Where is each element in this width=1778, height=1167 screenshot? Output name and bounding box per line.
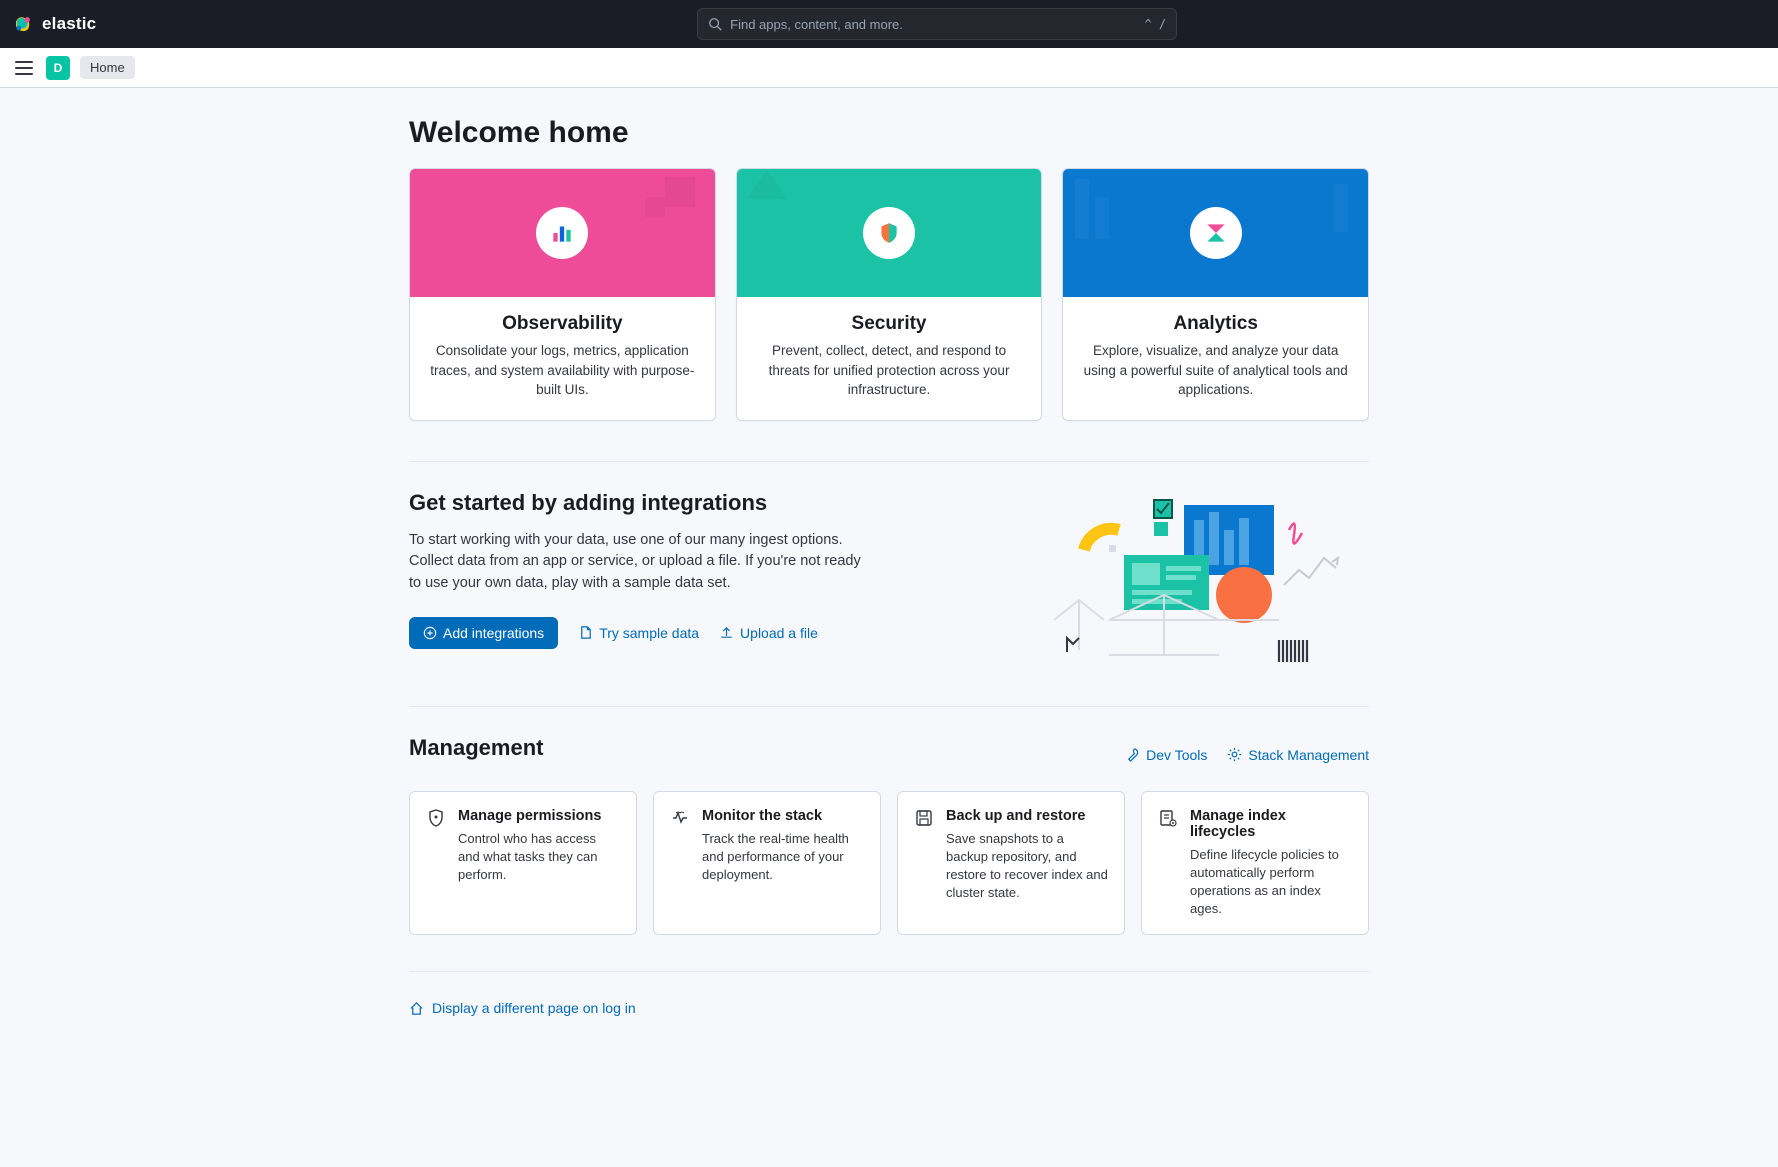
try-sample-data-button[interactable]: Try sample data [578,625,699,641]
observability-icon [536,207,588,259]
divider [409,971,1369,972]
change-home-page-link[interactable]: Display a different page on log in [409,1000,1369,1016]
try-sample-data-label: Try sample data [599,625,699,641]
change-home-page-label: Display a different page on log in [432,1000,636,1016]
security-icon [863,207,915,259]
global-search[interactable]: Find apps, content, and more. ^ / [697,8,1177,40]
workspace-badge[interactable]: D [46,56,70,80]
elastic-logo[interactable]: elastic [12,13,96,35]
mgmt-backup-title: Back up and restore [946,808,1108,824]
upload-icon [719,625,734,640]
solution-cards-row: Observability Consolidate your logs, met… [409,168,1369,421]
document-icon [578,625,593,640]
mgmt-lifecycle-desc: Define lifecycle policies to automatical… [1190,846,1352,919]
gear-icon [1227,747,1242,762]
upload-file-button[interactable]: Upload a file [719,625,818,641]
sub-header: D Home [0,48,1778,88]
add-integrations-label: Add integrations [443,625,544,641]
stack-management-label: Stack Management [1248,747,1369,763]
dev-tools-link[interactable]: Dev Tools [1125,747,1207,763]
mgmt-permissions-title: Manage permissions [458,808,620,824]
integrations-description: To start working with your data, use one… [409,530,869,595]
mgmt-lifecycle-title: Manage index lifecycles [1190,808,1352,840]
shield-icon [426,808,446,828]
observability-hero [410,169,715,297]
mgmt-monitor-title: Monitor the stack [702,808,864,824]
home-icon [409,1001,424,1016]
elastic-logo-icon [12,13,34,35]
mgmt-card-backup[interactable]: Back up and restore Save snapshots to a … [897,791,1125,936]
observability-title: Observability [428,313,697,335]
mgmt-monitor-desc: Track the real-time health and performan… [702,830,864,885]
divider [409,706,1369,707]
add-integrations-button[interactable]: Add integrations [409,617,558,649]
management-title: Management [409,735,543,761]
mgmt-card-monitor[interactable]: Monitor the stack Track the real-time he… [653,791,881,936]
security-hero [737,169,1042,297]
dev-tools-label: Dev Tools [1146,747,1207,763]
observability-desc: Consolidate your logs, metrics, applicat… [428,341,697,400]
global-header: elastic Find apps, content, and more. ^ … [0,0,1778,48]
analytics-desc: Explore, visualize, and analyze your dat… [1081,341,1350,400]
plus-circle-icon [423,626,437,640]
page-title: Welcome home [409,116,1369,150]
analytics-title: Analytics [1081,313,1350,335]
management-cards-grid: Manage permissions Control who has acces… [409,791,1369,936]
heartbeat-icon [670,808,690,828]
wrench-icon [1125,747,1140,762]
search-icon [708,17,722,31]
solution-card-observability[interactable]: Observability Consolidate your logs, met… [409,168,716,421]
analytics-icon [1190,207,1242,259]
brand-name: elastic [42,14,96,34]
integrations-section: Get started by adding integrations To st… [409,490,1369,670]
mgmt-backup-desc: Save snapshots to a backup repository, a… [946,830,1108,903]
divider [409,461,1369,462]
solution-card-security[interactable]: Security Prevent, collect, detect, and r… [736,168,1043,421]
integrations-title: Get started by adding integrations [409,490,1009,516]
search-shortcut: ^ / [1144,17,1166,31]
solution-card-analytics[interactable]: Analytics Explore, visualize, and analyz… [1062,168,1369,421]
search-placeholder: Find apps, content, and more. [730,17,903,32]
security-title: Security [755,313,1024,335]
security-desc: Prevent, collect, detect, and respond to… [755,341,1024,400]
upload-file-label: Upload a file [740,625,818,641]
save-icon [914,808,934,828]
analytics-hero [1063,169,1368,297]
index-settings-icon [1158,808,1178,828]
main-content: Welcome home Observability Consolidate y… [409,88,1369,1056]
mgmt-card-lifecycle[interactable]: Manage index lifecycles Define lifecycle… [1141,791,1369,936]
integrations-illustration [1049,490,1369,670]
mgmt-permissions-desc: Control who has access and what tasks th… [458,830,620,885]
breadcrumb-home[interactable]: Home [80,56,135,79]
management-header: Management Dev Tools Stack Management [409,735,1369,775]
stack-management-link[interactable]: Stack Management [1227,747,1369,763]
nav-toggle-button[interactable] [12,56,36,80]
mgmt-card-permissions[interactable]: Manage permissions Control who has acces… [409,791,637,936]
